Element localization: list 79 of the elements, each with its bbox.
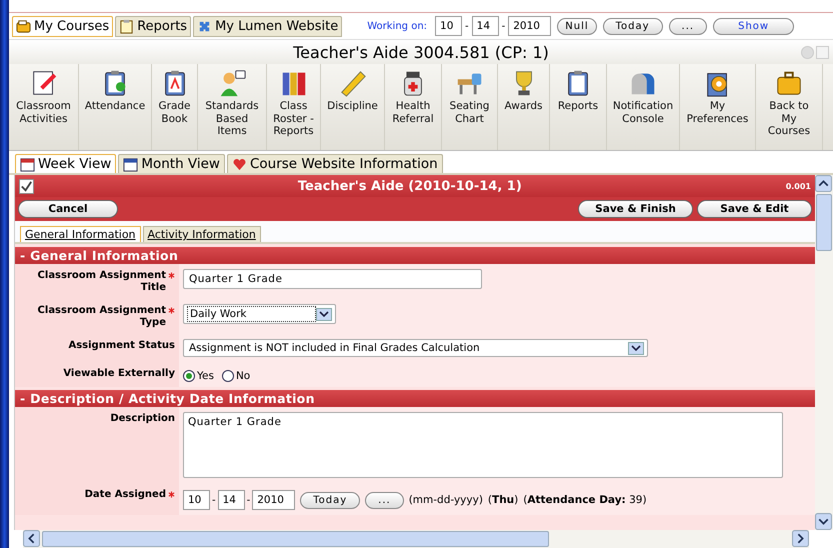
date-button[interactable]: Today: [300, 492, 360, 508]
scroll-left-icon[interactable]: [23, 530, 40, 547]
day-field[interactable]: 14: [218, 490, 245, 510]
tab[interactable]: Activity Information: [142, 226, 261, 242]
date-separator: -: [246, 494, 250, 506]
field-label: Description: [109, 413, 175, 425]
scroll-up-icon[interactable]: [815, 175, 832, 192]
folder-icon: [16, 18, 31, 34]
scroll-right-icon[interactable]: [792, 530, 809, 547]
tab[interactable]: My Courses: [12, 16, 114, 36]
field-label: Classroom Assignment Title: [36, 270, 166, 294]
date-note: (Attendance Day: 39): [523, 494, 647, 506]
radio-button[interactable]: [222, 370, 234, 382]
calendar-icon: [123, 156, 138, 172]
chevron-down-icon[interactable]: [628, 342, 644, 354]
checkmark-icon: [19, 178, 34, 194]
date-note: (mm-dd-yyyy): [408, 494, 483, 506]
tab[interactable]: Reports: [115, 16, 192, 36]
toolbar-item[interactable]: Notification Console: [607, 64, 680, 150]
version-label: 0.001: [786, 182, 811, 190]
date-button[interactable]: Show: [713, 18, 794, 34]
toolbar-item[interactable]: Class Roster - Reports: [267, 64, 321, 150]
cancel-button[interactable]: Cancel: [18, 200, 118, 218]
year-field[interactable]: 2010: [252, 490, 296, 510]
course-title: Teacher's Aide 3004.581 (CP: 1): [293, 42, 549, 62]
tab[interactable]: Month View: [118, 154, 225, 173]
text-field[interactable]: Quarter 1 Grade: [183, 269, 482, 289]
date-separator: -: [502, 20, 506, 32]
horizontal-scrollbar[interactable]: [23, 530, 809, 548]
toolbar-item[interactable]: Reports: [550, 64, 607, 150]
panel-title: Teacher's Aide (2010-10-14, 1): [296, 178, 523, 194]
field-label: Classroom Assignment Type: [36, 305, 166, 329]
vertical-scrollbar[interactable]: [815, 175, 833, 530]
year-field[interactable]: 2010: [508, 16, 552, 36]
date-separator: -: [465, 20, 469, 32]
toolbar-item[interactable]: Standards Based Items: [198, 64, 267, 150]
toolbar-item[interactable]: Grade Book: [152, 64, 198, 150]
toolbar-item[interactable]: Health Referral: [385, 64, 442, 150]
toolbar-item[interactable]: Back to My Courses: [756, 64, 823, 150]
save-button[interactable]: Save & Edit: [697, 200, 812, 218]
month-field[interactable]: 10: [435, 16, 462, 36]
radio-button[interactable]: [183, 370, 195, 382]
calendar-icon: [20, 156, 35, 172]
radio-label: Yes: [197, 370, 214, 382]
scroll-thumb[interactable]: [42, 531, 549, 547]
date-button[interactable]: ...: [668, 18, 708, 34]
toolbar-item[interactable]: Classroom Activities: [9, 64, 79, 150]
field-label: Viewable Externally: [62, 368, 175, 380]
scroll-thumb[interactable]: [816, 194, 832, 251]
save-button[interactable]: Save & Finish: [578, 200, 693, 218]
date-note: (Thu): [488, 494, 518, 506]
tab[interactable]: General Information: [20, 226, 141, 242]
toolbar-item[interactable]: Awards: [498, 64, 550, 150]
date-button[interactable]: Null: [557, 18, 597, 34]
toolbar-item[interactable]: Attendance: [79, 64, 152, 150]
month-field[interactable]: 10: [183, 490, 210, 510]
working-on-label: Working on:: [367, 20, 428, 32]
toolbar-item[interactable]: Seating Chart: [442, 64, 498, 150]
toolbar-item[interactable]: Discipline: [321, 64, 385, 150]
section-header: - General Information: [15, 247, 815, 264]
day-field[interactable]: 14: [472, 16, 499, 36]
clipboard-icon: [119, 18, 134, 34]
section-header: - Description / Activity Date Information: [15, 390, 815, 407]
scroll-down-icon[interactable]: [815, 513, 832, 530]
tab[interactable]: My Lumen Website: [193, 16, 342, 36]
date-button[interactable]: Today: [602, 18, 663, 34]
field-label: Assignment Status: [67, 340, 175, 352]
description-field[interactable]: Quarter 1 Grade: [183, 412, 783, 478]
tab[interactable]: Week View: [15, 154, 116, 173]
date-separator: -: [212, 494, 216, 506]
field-label: Date Assigned: [84, 489, 166, 501]
tab[interactable]: Course Website Information: [226, 154, 443, 173]
heart-icon: [232, 156, 247, 172]
toolbar-item[interactable]: My Preferences: [680, 64, 756, 150]
chevron-down-icon[interactable]: [316, 308, 332, 320]
radio-label: No: [236, 370, 250, 382]
dropdown[interactable]: Daily Work: [183, 304, 336, 324]
dropdown[interactable]: Assignment is NOT included in Final Grades Calculation: [183, 339, 648, 357]
date-button[interactable]: ...: [365, 492, 404, 508]
